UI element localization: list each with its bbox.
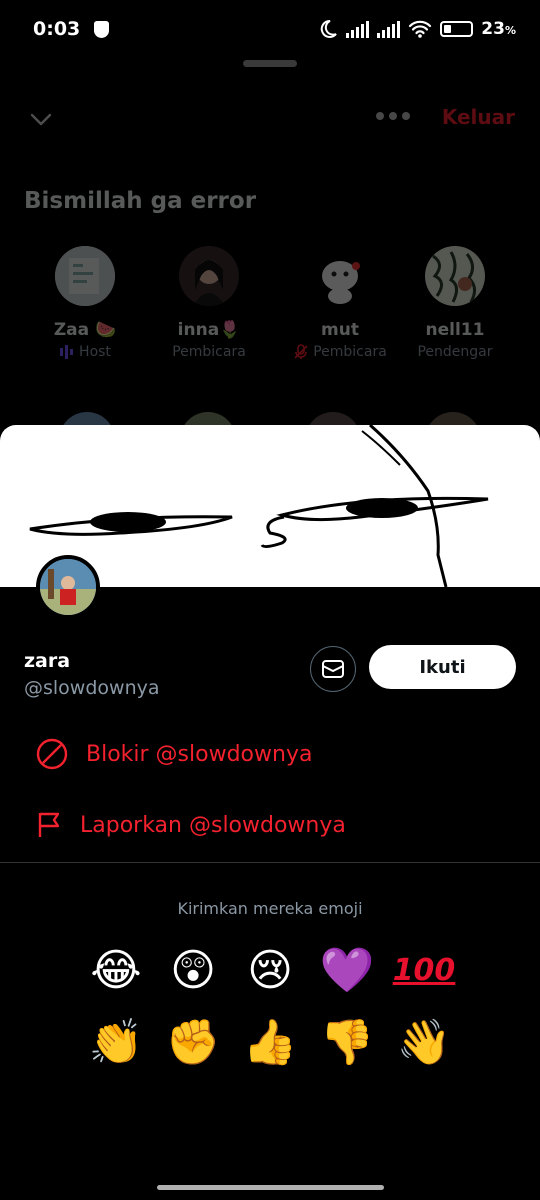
message-button[interactable] — [310, 646, 356, 692]
emoji-wave-button[interactable]: 👋 — [397, 1017, 452, 1069]
emoji-thumbs-up-button[interactable]: 👍 — [243, 1017, 298, 1069]
avatar — [425, 246, 485, 306]
battery-icon — [440, 21, 474, 37]
flag-icon — [34, 807, 70, 843]
emoji-joy-button[interactable]: 😂 — [90, 945, 142, 997]
profile-avatar[interactable] — [36, 555, 100, 619]
signal-icon-2 — [377, 20, 401, 38]
status-time: 0:03 — [33, 18, 81, 40]
home-indicator[interactable] — [157, 1185, 384, 1190]
block-label: Blokir @slowdownya — [86, 741, 313, 767]
emoji-clap-button[interactable]: 👏 — [89, 1017, 144, 1069]
participant-host[interactable]: Zaa 🍉 Host — [25, 246, 145, 360]
mic-muted-icon — [294, 344, 308, 359]
participant-name: inna🌷 — [177, 320, 241, 340]
signal-icon — [346, 20, 370, 38]
role-label: Pembicara — [172, 344, 246, 360]
participant-role: Pendengar — [395, 344, 515, 360]
avatar-image — [425, 246, 485, 306]
avatar-image — [310, 246, 370, 306]
participant-name: nell11 — [425, 320, 485, 340]
avatar — [179, 246, 239, 306]
profile-handle: @slowdownya — [24, 677, 160, 699]
block-icon — [34, 736, 70, 772]
avatar-image — [40, 559, 96, 615]
participant-speaker-1[interactable]: inna🌷 Pembicara — [149, 246, 269, 360]
space-view: Keluar Bismillah ga error Zaa 🍉 Host inn… — [0, 70, 540, 442]
role-label: Pendengar — [417, 344, 493, 360]
report-user-button[interactable]: Laporkan @slowdownya — [34, 807, 346, 843]
battery-percent: 23% — [481, 19, 516, 39]
avatar — [310, 246, 370, 306]
divider — [0, 862, 540, 863]
avatar-image — [179, 246, 239, 306]
participant-name: mut — [321, 320, 359, 340]
drag-handle[interactable] — [243, 60, 297, 67]
report-label: Laporkan @slowdownya — [80, 812, 346, 838]
participant-name: Zaa 🍉 — [53, 320, 117, 340]
moon-icon — [321, 19, 338, 38]
emoji-purple-heart-button[interactable]: 💜 — [320, 945, 375, 997]
emoji-section-label: Kirimkan mereka emoji — [177, 899, 363, 918]
emoji-fist-button[interactable]: ✊ — [166, 1017, 221, 1069]
role-label: Pembicara — [313, 344, 387, 360]
emoji-crying-button[interactable]: 😢 — [244, 945, 296, 997]
participant-listener[interactable]: nell11 Pendengar — [395, 246, 515, 360]
status-bar: 0:03 23% — [0, 0, 540, 58]
participant-role: Pembicara — [280, 344, 400, 360]
emoji-astonished-button[interactable]: 😲 — [167, 945, 219, 997]
envelope-icon — [322, 660, 344, 678]
participant-speaker-2[interactable]: mut Pembicara — [280, 246, 400, 360]
wifi-icon — [409, 20, 432, 38]
emoji-row-2: 👏 ✊ 👍 👎 👋 — [89, 1017, 452, 1069]
participant-role: Pembicara — [149, 344, 269, 360]
battery-value: 23 — [481, 19, 505, 39]
chevron-down-icon[interactable] — [30, 108, 52, 130]
emoji-thumbs-down-button[interactable]: 👎 — [320, 1017, 375, 1069]
space-top-row: Keluar — [0, 96, 540, 136]
status-icons: 23% — [318, 19, 516, 39]
shield-icon — [94, 20, 110, 38]
role-label: Host — [79, 344, 111, 360]
block-user-button[interactable]: Blokir @slowdownya — [34, 736, 312, 772]
battery-unit: % — [504, 24, 516, 37]
participant-role: Host — [25, 344, 145, 360]
space-title: Bismillah ga error — [24, 188, 257, 214]
profile-name: zara — [24, 650, 71, 672]
follow-button[interactable]: Ikuti — [369, 645, 516, 689]
speaking-bars-icon — [60, 345, 74, 359]
emoji-row-1: 😂 😲 😢 💜 100 — [90, 945, 456, 997]
avatar-image — [55, 246, 115, 306]
profile-sheet: zara @slowdownya Ikuti Blokir @slowdowny… — [0, 425, 540, 1200]
more-options-icon[interactable] — [376, 112, 410, 120]
avatar — [55, 246, 115, 306]
leave-button[interactable]: Keluar — [442, 105, 515, 129]
emoji-hundred-button[interactable]: 100 — [393, 945, 456, 997]
